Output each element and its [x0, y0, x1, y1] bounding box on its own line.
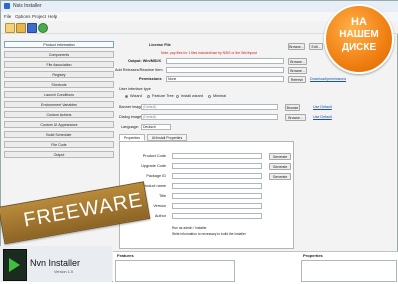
readme-label: Add Releases/Readme Item [115, 68, 163, 72]
generate-product-code-button[interactable]: Generate [269, 153, 291, 160]
sidebar-item-file-association[interactable]: File Association [4, 61, 114, 68]
sidebar-item-launch-conditions[interactable]: Launch Conditions [4, 91, 114, 98]
readme-browse-button[interactable]: Browse... [288, 67, 307, 74]
menu-options[interactable]: Options [15, 14, 31, 19]
bottom-area: Features Properties [113, 251, 398, 284]
tab-properties[interactable]: Properties [119, 134, 145, 141]
badge-line-2: НАШЕМ [339, 29, 379, 40]
app-logo [3, 249, 27, 281]
banner-browse-button[interactable]: Browse [285, 104, 300, 111]
tab-ui-install-properties[interactable]: UI/Install Properties [147, 134, 187, 141]
app-name: Nvn Installer [30, 258, 81, 268]
banner-image-label: Banner image [119, 105, 143, 109]
badge-circle: НА НАШЕМ ДИСКЕ [324, 4, 394, 74]
radio-wizard[interactable] [125, 95, 128, 98]
package-id-field[interactable] [172, 173, 262, 179]
product-code-field[interactable] [172, 153, 262, 159]
play-icon [9, 258, 20, 272]
sidebar-item-environment-variables[interactable]: Environment Variables [4, 101, 114, 108]
sidebar-item-shortcuts[interactable]: Shortcuts [4, 81, 114, 88]
author-field[interactable] [172, 213, 262, 219]
save-icon[interactable] [27, 23, 37, 33]
title-field[interactable] [172, 193, 262, 199]
license-edit-button[interactable]: Edit... [309, 43, 323, 50]
menu-help[interactable]: Help [48, 14, 57, 19]
output-field[interactable] [166, 58, 284, 64]
sidebar-item-components[interactable]: Components [4, 51, 114, 58]
refresh-button[interactable]: Refresh [288, 76, 306, 83]
sidebar-item-build-scheduler[interactable]: Build Scheduler [4, 131, 114, 138]
version-label: Version [153, 204, 166, 208]
properties-label: Properties [303, 253, 323, 258]
upgrade-code-field[interactable] [172, 163, 262, 169]
language-label: Language: [121, 125, 139, 129]
window-title: Nsis Installer [13, 3, 42, 9]
permissions-label: Permissions [139, 77, 162, 81]
language-select[interactable]: Deutsch [141, 124, 171, 130]
app-version: Version 1.5 [54, 270, 73, 274]
app-icon [4, 3, 10, 9]
properties-list[interactable] [301, 260, 397, 282]
package-id-label: Package ID [146, 174, 166, 178]
features-list[interactable] [115, 260, 235, 282]
banner-image-field[interactable]: (Default) [141, 104, 278, 110]
generate-package-id-button[interactable]: Generate [269, 173, 291, 180]
license-file-label: License File [149, 43, 171, 47]
radio-feature-tree-label: Feature Tree [152, 94, 174, 98]
product-code-label: Product Code [142, 154, 166, 158]
dialog-image-label: Dialog image [119, 115, 142, 119]
radio-install-wizard-label: Install wizard [181, 94, 203, 98]
ui-type-label: User interface type [119, 87, 151, 91]
radio-feature-tree[interactable] [147, 95, 150, 98]
admin-note: Run as admin / Installer [172, 226, 207, 230]
sidebar-item-registry[interactable]: Registry [4, 71, 114, 78]
menu-project[interactable]: Project [32, 14, 46, 19]
product-name-label: Product name [142, 184, 166, 188]
dialog-browse-button[interactable]: Browse... [285, 114, 306, 121]
badge-line-1: НА [351, 16, 367, 28]
upgrade-code-label: Upgrade Code [141, 164, 166, 168]
permissions-select[interactable]: None [166, 76, 284, 82]
sidebar-item-custom-ui-appearance[interactable]: Custom UI Appearance [4, 121, 114, 128]
product-branding: Nvn Installer Version 1.5 [0, 246, 112, 282]
dialog-image-field[interactable]: (Default) [141, 114, 278, 120]
license-warning: Note: pay files for 1 files included/use… [161, 51, 257, 55]
output-label: Output: Win/MSI/X [128, 59, 162, 63]
output-browse-button[interactable]: Browse... [288, 58, 307, 65]
dialog-use-default-link[interactable]: Use Default [313, 115, 332, 119]
radio-wizard-label: Wizard [130, 94, 142, 98]
disk-badge: НА НАШЕМ ДИСКЕ [324, 0, 398, 74]
sidebar-item-output[interactable]: Output [4, 151, 114, 158]
sidebar-item-file-code[interactable]: File Code [4, 141, 114, 148]
badge-line-3: ДИСКЕ [341, 42, 377, 53]
license-browse-button[interactable]: Browse... [288, 43, 305, 50]
radio-install-wizard[interactable] [176, 95, 179, 98]
generate-upgrade-code-button[interactable]: Generate [269, 163, 291, 170]
sidebar-item-custom-actions[interactable]: Custom Actions [4, 111, 114, 118]
build-icon[interactable] [38, 23, 48, 33]
version-field[interactable] [172, 203, 262, 209]
radio-minimal[interactable] [208, 95, 211, 98]
menu-file[interactable]: File [4, 14, 11, 19]
author-label: Author [154, 214, 166, 218]
readme-field[interactable] [166, 67, 284, 73]
banner-use-default-link[interactable]: Use Default [313, 105, 332, 109]
sidebar-item-product-information[interactable]: Product information [4, 41, 114, 48]
new-file-icon[interactable] [5, 23, 15, 33]
sidebar: Product information Components File Asso… [4, 41, 116, 181]
build-note: Write information to necessary to build … [172, 232, 246, 236]
download-permissions-link[interactable]: Download/permissions [310, 77, 346, 81]
radio-minimal-label: Minimal [213, 94, 227, 98]
title-label: Title [158, 194, 166, 198]
open-folder-icon[interactable] [16, 23, 26, 33]
product-name-field[interactable] [172, 183, 262, 189]
features-label: Features [117, 253, 134, 258]
